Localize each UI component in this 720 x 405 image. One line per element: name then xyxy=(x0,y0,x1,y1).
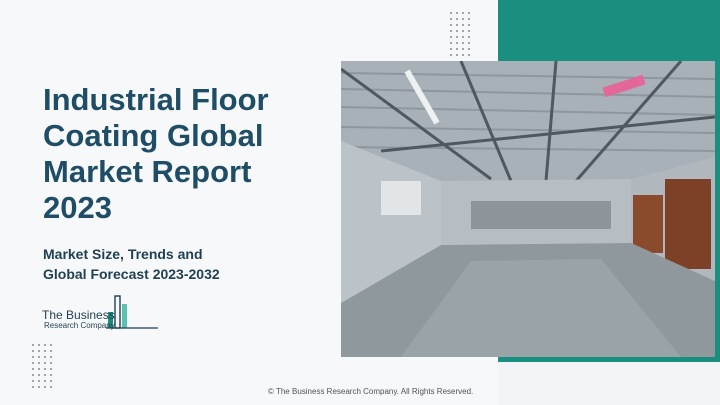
logo-text-line-2: Research Company xyxy=(44,321,115,330)
decorative-dots-bottom xyxy=(30,342,56,390)
subtitle-line-1: Market Size, Trends and xyxy=(43,246,203,262)
title-line-2: Coating Global xyxy=(43,118,264,153)
title-line-4: 2023 xyxy=(43,190,112,225)
copyright-footer: © The Business Research Company. All Rig… xyxy=(268,387,474,396)
title-line-1: Industrial Floor xyxy=(43,82,269,117)
warehouse-photo xyxy=(340,60,716,357)
company-logo: The Business Research Company xyxy=(42,292,172,334)
title-line-3: Market Report xyxy=(43,154,252,189)
empty-warehouse-icon xyxy=(340,60,716,357)
slide-subtitle: Market Size, Trends and Global Forecast … xyxy=(43,244,283,284)
decorative-dots-top xyxy=(448,10,474,58)
slide-title: Industrial Floor Coating Global Market R… xyxy=(43,82,333,226)
bottom-right-panel xyxy=(498,362,720,405)
subtitle-line-2: Global Forecast 2023-2032 xyxy=(43,266,220,282)
logo-text-line-1: The Business xyxy=(42,308,115,322)
